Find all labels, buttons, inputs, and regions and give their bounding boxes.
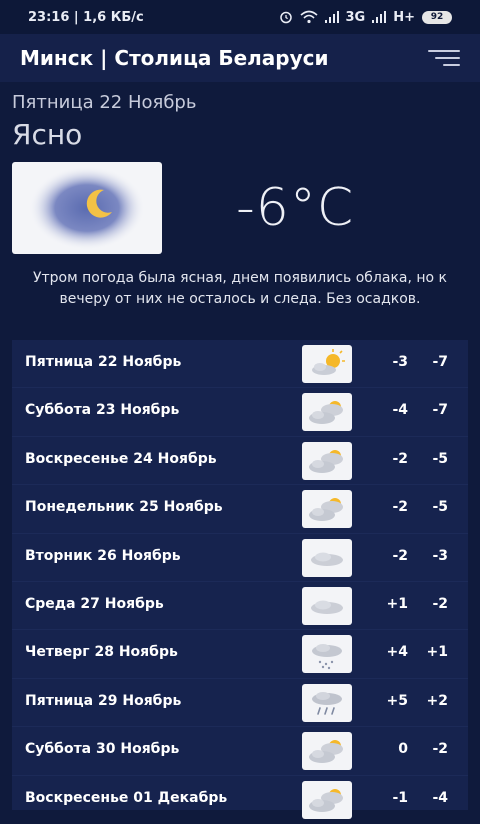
- cloudy-sun-icon: [302, 441, 352, 480]
- forecast-day: Четверг 28 Ноябрь: [25, 644, 178, 661]
- signal-icon: [372, 11, 387, 23]
- cloud-icon: [302, 538, 352, 577]
- forecast-min: -3: [432, 547, 448, 564]
- city-title: Минск | Столица Беларуси: [20, 46, 329, 70]
- forecast-day: Суббота 30 Ноябрь: [25, 741, 180, 758]
- forecast-row[interactable]: Воскресенье 24 Ноябрь -2 -5: [12, 437, 468, 486]
- forecast-day: Пятница 22 Ноябрь: [25, 354, 182, 370]
- forecast-max: -2: [392, 547, 408, 564]
- forecast-min: -7: [432, 402, 448, 419]
- cloudy-sun-icon: [302, 490, 352, 529]
- wifi-icon: [299, 10, 318, 24]
- forecast-day: Пятница 29 Ноябрь: [25, 692, 182, 709]
- forecast-row[interactable]: Суббота 23 Ноябрь -4 -7: [12, 388, 468, 437]
- forecast-row[interactable]: Вторник 26 Ноябрь -2 -3: [12, 534, 468, 582]
- forecast-max: -4: [392, 402, 408, 419]
- current-date: Пятница 22 Ноябрь: [12, 92, 197, 113]
- forecast-day: Понедельник 25 Ноябрь: [25, 499, 223, 516]
- forecast-max: +5: [386, 692, 408, 709]
- forecast-min: +2: [426, 692, 448, 709]
- forecast-row[interactable]: Суббота 30 Ноябрь 0 -2: [12, 727, 468, 776]
- forecast-list: Пятница 22 Ноябрь -3 -7 Суббота 23 Ноябр…: [12, 340, 468, 819]
- clear-night-icon: [12, 162, 162, 254]
- rain-cloud-icon: [302, 635, 352, 674]
- forecast-max: -3: [392, 354, 408, 370]
- cloudy-sun-icon: [302, 732, 352, 771]
- forecast-max: -1: [392, 789, 408, 806]
- forecast-min: -2: [432, 595, 448, 612]
- weather-description: Утром погода была ясная, днем появились …: [32, 270, 448, 307]
- forecast-min: -2: [432, 741, 448, 758]
- network-label: 3G: [345, 9, 366, 25]
- status-time: 23:16 | 1,6 КБ/с: [28, 9, 144, 25]
- forecast-row[interactable]: Понедельник 25 Ноябрь -2 -5: [12, 485, 468, 534]
- forecast-min: -5: [432, 499, 448, 516]
- cloudy-sun-icon: [302, 393, 352, 432]
- forecast-max: 0: [398, 741, 408, 758]
- rain-cloud-icon: [302, 683, 352, 722]
- status-bar: 23:16 | 1,6 КБ/с 3G H+ 92: [0, 0, 480, 34]
- forecast-max: +4: [386, 644, 408, 661]
- forecast-min: -5: [432, 450, 448, 467]
- forecast-day: Воскресенье 24 Ноябрь: [25, 450, 217, 467]
- forecast-row[interactable]: Пятница 29 Ноябрь +5 +2: [12, 679, 468, 728]
- partly-sunny-icon: [302, 345, 352, 383]
- menu-icon[interactable]: [428, 48, 460, 68]
- forecast-min: -7: [432, 354, 448, 370]
- forecast-max: -2: [392, 499, 408, 516]
- battery-icon: 92: [422, 10, 452, 24]
- forecast-min: -4: [432, 789, 448, 806]
- forecast-max: -2: [392, 450, 408, 467]
- forecast-row[interactable]: Среда 27 Ноябрь +1 -2: [12, 582, 468, 631]
- forecast-day: Среда 27 Ноябрь: [25, 595, 164, 612]
- forecast-day: Воскресенье 01 Декабрь: [25, 789, 228, 806]
- forecast-day: Суббота 23 Ноябрь: [25, 402, 180, 419]
- network-label-2: H+: [393, 9, 415, 25]
- current-temperature: -6°C: [236, 178, 355, 238]
- forecast-row[interactable]: Четверг 28 Ноябрь +4 +1: [12, 630, 468, 679]
- alarm-icon: [279, 11, 292, 24]
- signal-icon: [324, 11, 339, 23]
- app-bar: Минск | Столица Беларуси: [0, 34, 480, 82]
- forecast-row[interactable]: Пятница 22 Ноябрь -3 -7: [12, 340, 468, 389]
- forecast-max: +1: [386, 595, 408, 612]
- forecast-day: Вторник 26 Ноябрь: [25, 547, 181, 564]
- status-icons: 3G H+ 92: [279, 9, 452, 25]
- cloud-icon: [302, 586, 352, 625]
- current-condition: Ясно: [12, 118, 83, 151]
- forecast-min: +1: [426, 644, 448, 661]
